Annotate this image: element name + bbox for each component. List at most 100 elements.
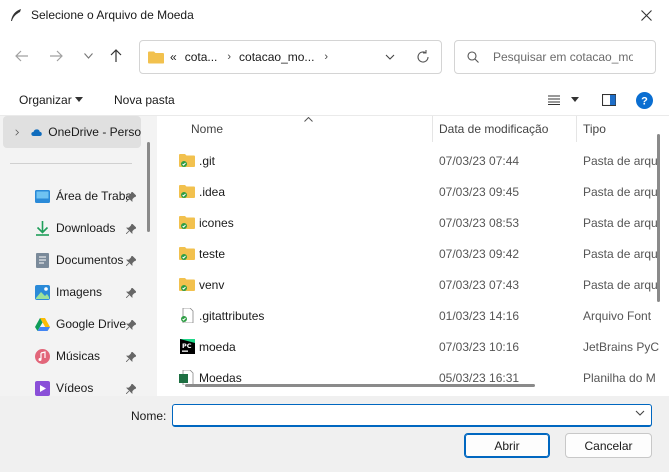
help-icon[interactable]: ? <box>636 92 653 109</box>
folder-icon <box>148 51 164 63</box>
chevron-right-icon[interactable]: › <box>227 51 231 63</box>
cloud-icon <box>31 128 42 136</box>
breadcrumb-item[interactable]: cota... <box>185 50 218 64</box>
file-date: 01/03/23 14:16 <box>439 309 520 323</box>
file-list-horizontal-scrollbar[interactable] <box>185 384 535 387</box>
file-row[interactable]: teste 07/03/23 09:42 Pasta de arqu <box>165 238 665 269</box>
back-button[interactable] <box>10 44 34 68</box>
chevron-down-icon[interactable] <box>635 410 645 417</box>
breadcrumb-overflow[interactable]: « <box>170 50 177 64</box>
open-button[interactable]: Abrir <box>464 433 550 458</box>
organize-button[interactable]: Organizar <box>19 93 72 107</box>
column-header-type[interactable]: Tipo <box>583 116 606 142</box>
title-bar: Selecione o Arquivo de Moeda <box>0 0 669 30</box>
nav-item-documents[interactable]: Documentos <box>0 244 140 276</box>
file-date: 07/03/23 07:44 <box>439 154 520 168</box>
column-header-date[interactable]: Data de modificação <box>439 116 548 142</box>
file-row[interactable]: .gitattributes 01/03/23 14:16 Arquivo Font <box>165 300 665 331</box>
arrow-up-icon <box>110 49 122 62</box>
nav-divider <box>10 163 132 164</box>
file-name: moeda <box>199 340 236 354</box>
nav-item-onedrive[interactable]: OneDrive - Perso <box>3 116 141 148</box>
pin-icon[interactable] <box>126 352 136 362</box>
sort-ascending-icon <box>304 117 313 122</box>
svg-text:PC: PC <box>182 342 192 350</box>
nav-item-desktop[interactable]: Área de Traba <box>0 180 140 212</box>
arrow-right-icon <box>50 50 63 62</box>
cancel-button[interactable]: Cancelar <box>565 433 652 458</box>
file-name: .idea <box>199 185 226 199</box>
address-row: « cota... › cotacao_mo... › <box>0 30 669 84</box>
feather-icon <box>11 9 21 21</box>
google-drive-icon <box>35 317 50 331</box>
view-list-icon[interactable] <box>548 95 560 105</box>
file-row[interactable]: Moedas 05/03/23 16:31 Planilha do M <box>165 362 665 393</box>
folder-icon <box>179 185 195 198</box>
close-icon <box>640 9 652 21</box>
file-date: 07/03/23 08:53 <box>439 216 520 230</box>
folder-icon <box>179 278 195 291</box>
recent-locations-button[interactable] <box>76 44 100 68</box>
chevron-right-icon[interactable]: › <box>324 51 328 63</box>
chevron-down-icon[interactable] <box>385 50 395 64</box>
nav-item-downloads[interactable]: Downloads <box>0 212 140 244</box>
address-bar[interactable]: « cota... › cotacao_mo... › <box>139 40 442 74</box>
refresh-icon[interactable] <box>415 49 431 65</box>
pin-icon[interactable] <box>126 384 136 394</box>
nav-item-images[interactable]: Imagens <box>0 276 140 308</box>
new-folder-button[interactable]: Nova pasta <box>114 93 175 107</box>
file-list-vertical-scrollbar[interactable] <box>657 134 660 302</box>
spreadsheet-icon <box>179 370 194 385</box>
preview-pane-icon[interactable] <box>602 94 616 106</box>
nav-scrollbar[interactable] <box>147 142 150 232</box>
document-icon <box>36 252 49 268</box>
forward-button[interactable] <box>44 44 68 68</box>
download-icon <box>36 220 49 236</box>
file-type: Pasta de arqu <box>583 247 658 261</box>
column-divider[interactable] <box>576 116 577 142</box>
file-type: Planilha do M <box>583 371 656 385</box>
file-name: .git <box>199 154 216 168</box>
close-button[interactable] <box>623 0 669 30</box>
desktop-icon <box>35 189 50 203</box>
nav-item-google-drive[interactable]: Google Drive <box>0 308 140 340</box>
folder-icon <box>179 247 195 260</box>
breadcrumb-item[interactable]: cotacao_mo... <box>239 50 314 64</box>
image-icon <box>35 284 50 300</box>
nav-item-videos[interactable]: Vídeos <box>0 372 140 396</box>
file-name-label: Nome: <box>131 409 167 423</box>
pin-icon[interactable] <box>126 224 136 234</box>
pin-icon[interactable] <box>126 256 136 266</box>
file-row[interactable]: icones 07/03/23 08:53 Pasta de arqu <box>165 207 665 238</box>
column-header-name[interactable]: Nome <box>191 116 223 142</box>
column-divider[interactable] <box>432 116 433 142</box>
search-box[interactable] <box>454 40 656 74</box>
file-row[interactable]: .git 07/03/23 07:44 Pasta de arqu <box>165 145 665 176</box>
search-icon <box>467 51 479 63</box>
pin-icon[interactable] <box>126 288 136 298</box>
file-type: Pasta de arqu <box>583 216 658 230</box>
file-name-input[interactable] <box>177 405 617 425</box>
file-type: Pasta de arqu <box>583 154 658 168</box>
file-date: 07/03/23 09:45 <box>439 185 520 199</box>
chevron-right-icon[interactable] <box>15 128 20 137</box>
command-bar: Organizar Nova pasta ? <box>0 84 669 116</box>
caret-down-icon[interactable] <box>571 97 579 102</box>
file-type: Pasta de arqu <box>583 278 658 292</box>
file-icon <box>181 308 194 323</box>
search-input[interactable] <box>493 50 633 64</box>
arrow-left-icon <box>15 50 28 62</box>
file-row[interactable]: PC moeda 07/03/23 10:16 JetBrains PyC <box>165 331 665 362</box>
file-name-combobox[interactable] <box>172 404 652 427</box>
nav-item-music[interactable]: Músicas <box>0 340 140 372</box>
up-button[interactable] <box>104 44 128 68</box>
caret-down-icon[interactable] <box>75 97 83 102</box>
file-row[interactable]: venv 07/03/23 07:43 Pasta de arqu <box>165 269 665 300</box>
file-date: 07/03/23 09:42 <box>439 247 520 261</box>
file-row[interactable]: .idea 07/03/23 09:45 Pasta de arqu <box>165 176 665 207</box>
file-date: 07/03/23 07:43 <box>439 278 520 292</box>
pin-icon[interactable] <box>126 320 136 330</box>
music-icon <box>35 348 50 364</box>
navigation-pane: OneDrive - Perso Área de Traba Downloads… <box>0 116 157 396</box>
pin-icon[interactable] <box>126 192 136 202</box>
